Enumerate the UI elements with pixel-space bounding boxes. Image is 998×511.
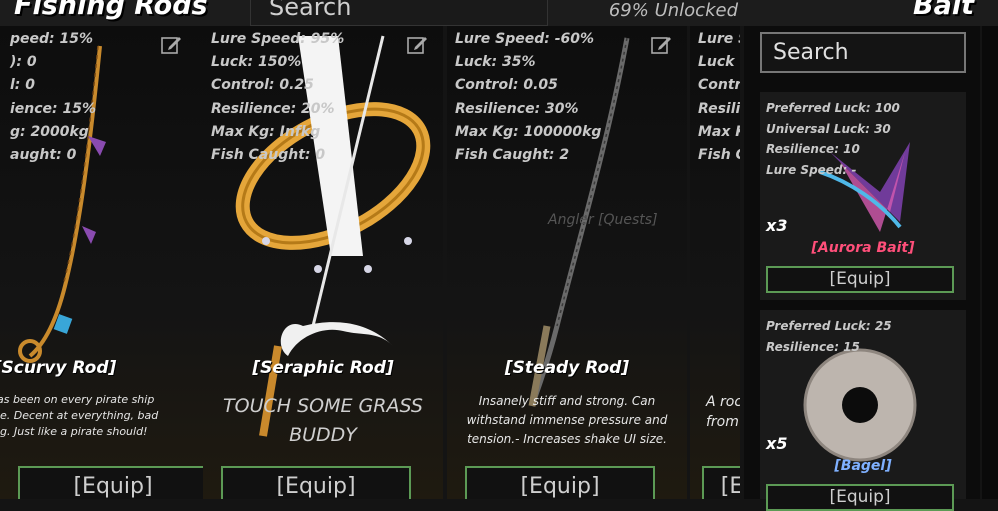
rod-description: TOUCH SOME GRASS BUDDY bbox=[223, 395, 423, 446]
rod-card-steady[interactable]: Lure Speed: -60% Luck: 35% Control: 0.05 R… bbox=[447, 26, 687, 499]
bait-search-placeholder: Search bbox=[773, 40, 849, 65]
rod-description: has been on every pirate ship ble. Decent… bbox=[0, 393, 159, 438]
rods-title: Fishing Rods bbox=[14, 0, 208, 21]
edit-icon[interactable] bbox=[160, 34, 182, 56]
unlocked-percentage: 69% Unlocked bbox=[608, 0, 738, 21]
equip-button[interactable]: [Equip] bbox=[221, 466, 411, 499]
equip-button[interactable]: [Equip] bbox=[766, 266, 954, 293]
rod-name: [Seraphic Rod] bbox=[252, 358, 394, 378]
equip-button[interactable]: [Equip] bbox=[465, 466, 655, 499]
bait-card-bagel[interactable]: Preferred Luck: 25 Resilience: 15 x5 [Bag… bbox=[760, 310, 966, 511]
rod-card-seraphic[interactable]: Lure Speed: 95% Luck: 150% Control: 0.25 R… bbox=[203, 26, 443, 499]
rod-card-partial[interactable]: Lure SLuckContr ResiliMax KFish C A rocf… bbox=[690, 26, 740, 499]
rod-search-input[interactable]: Search bbox=[250, 0, 548, 26]
bait-name: [Aurora Bait] bbox=[811, 240, 915, 256]
equip-button[interactable]: [E bbox=[702, 466, 740, 499]
bait-name: [Bagel] bbox=[834, 458, 892, 474]
edit-icon[interactable] bbox=[406, 34, 428, 56]
bait-quantity: x5 bbox=[766, 434, 788, 453]
rod-description: A roc from bbox=[706, 394, 740, 430]
bait-scrollbar[interactable] bbox=[982, 26, 998, 499]
rod-name: [Steady Rod] bbox=[504, 358, 630, 378]
bait-title: Bait bbox=[913, 0, 974, 21]
bait-card-aurora[interactable]: Preferred Luck: 100 Universal Luck: 30 Re… bbox=[760, 92, 966, 300]
npc-label: Angler [Quests] bbox=[548, 212, 658, 228]
rod-stats: Lure Speed: -60% Luck: 35% Control: 0.05 R… bbox=[455, 31, 602, 164]
equip-button[interactable]: [Equip] bbox=[18, 466, 208, 499]
bait-stats: Preferred Luck: 25 Resilience: 15 bbox=[766, 319, 892, 354]
rod-card-scurvy[interactable]: peed: 15%): 0 l: 0 ience: 15% g: 2000kg aug… bbox=[0, 26, 210, 499]
rod-name: [Scurvy Rod] bbox=[0, 358, 117, 378]
bait-quantity: x3 bbox=[766, 216, 788, 235]
equip-button[interactable]: [Equip] bbox=[766, 484, 954, 511]
rod-stats: peed: 15%): 0 l: 0 ience: 15% g: 2000kg aug… bbox=[10, 31, 97, 164]
rod-description: Insanely stiff and strong. Can withstand … bbox=[466, 394, 668, 446]
edit-icon[interactable] bbox=[650, 34, 672, 56]
rod-search-placeholder: Search bbox=[269, 0, 352, 21]
bait-stats: Preferred Luck: 100 Universal Luck: 30 Re… bbox=[766, 101, 900, 177]
bait-search-input[interactable]: Search bbox=[760, 32, 966, 73]
rod-stats: Lure SLuckContr ResiliMax KFish C bbox=[698, 31, 740, 164]
rod-stats: Lure Speed: 95% Luck: 150% Control: 0.25 R… bbox=[211, 31, 345, 164]
